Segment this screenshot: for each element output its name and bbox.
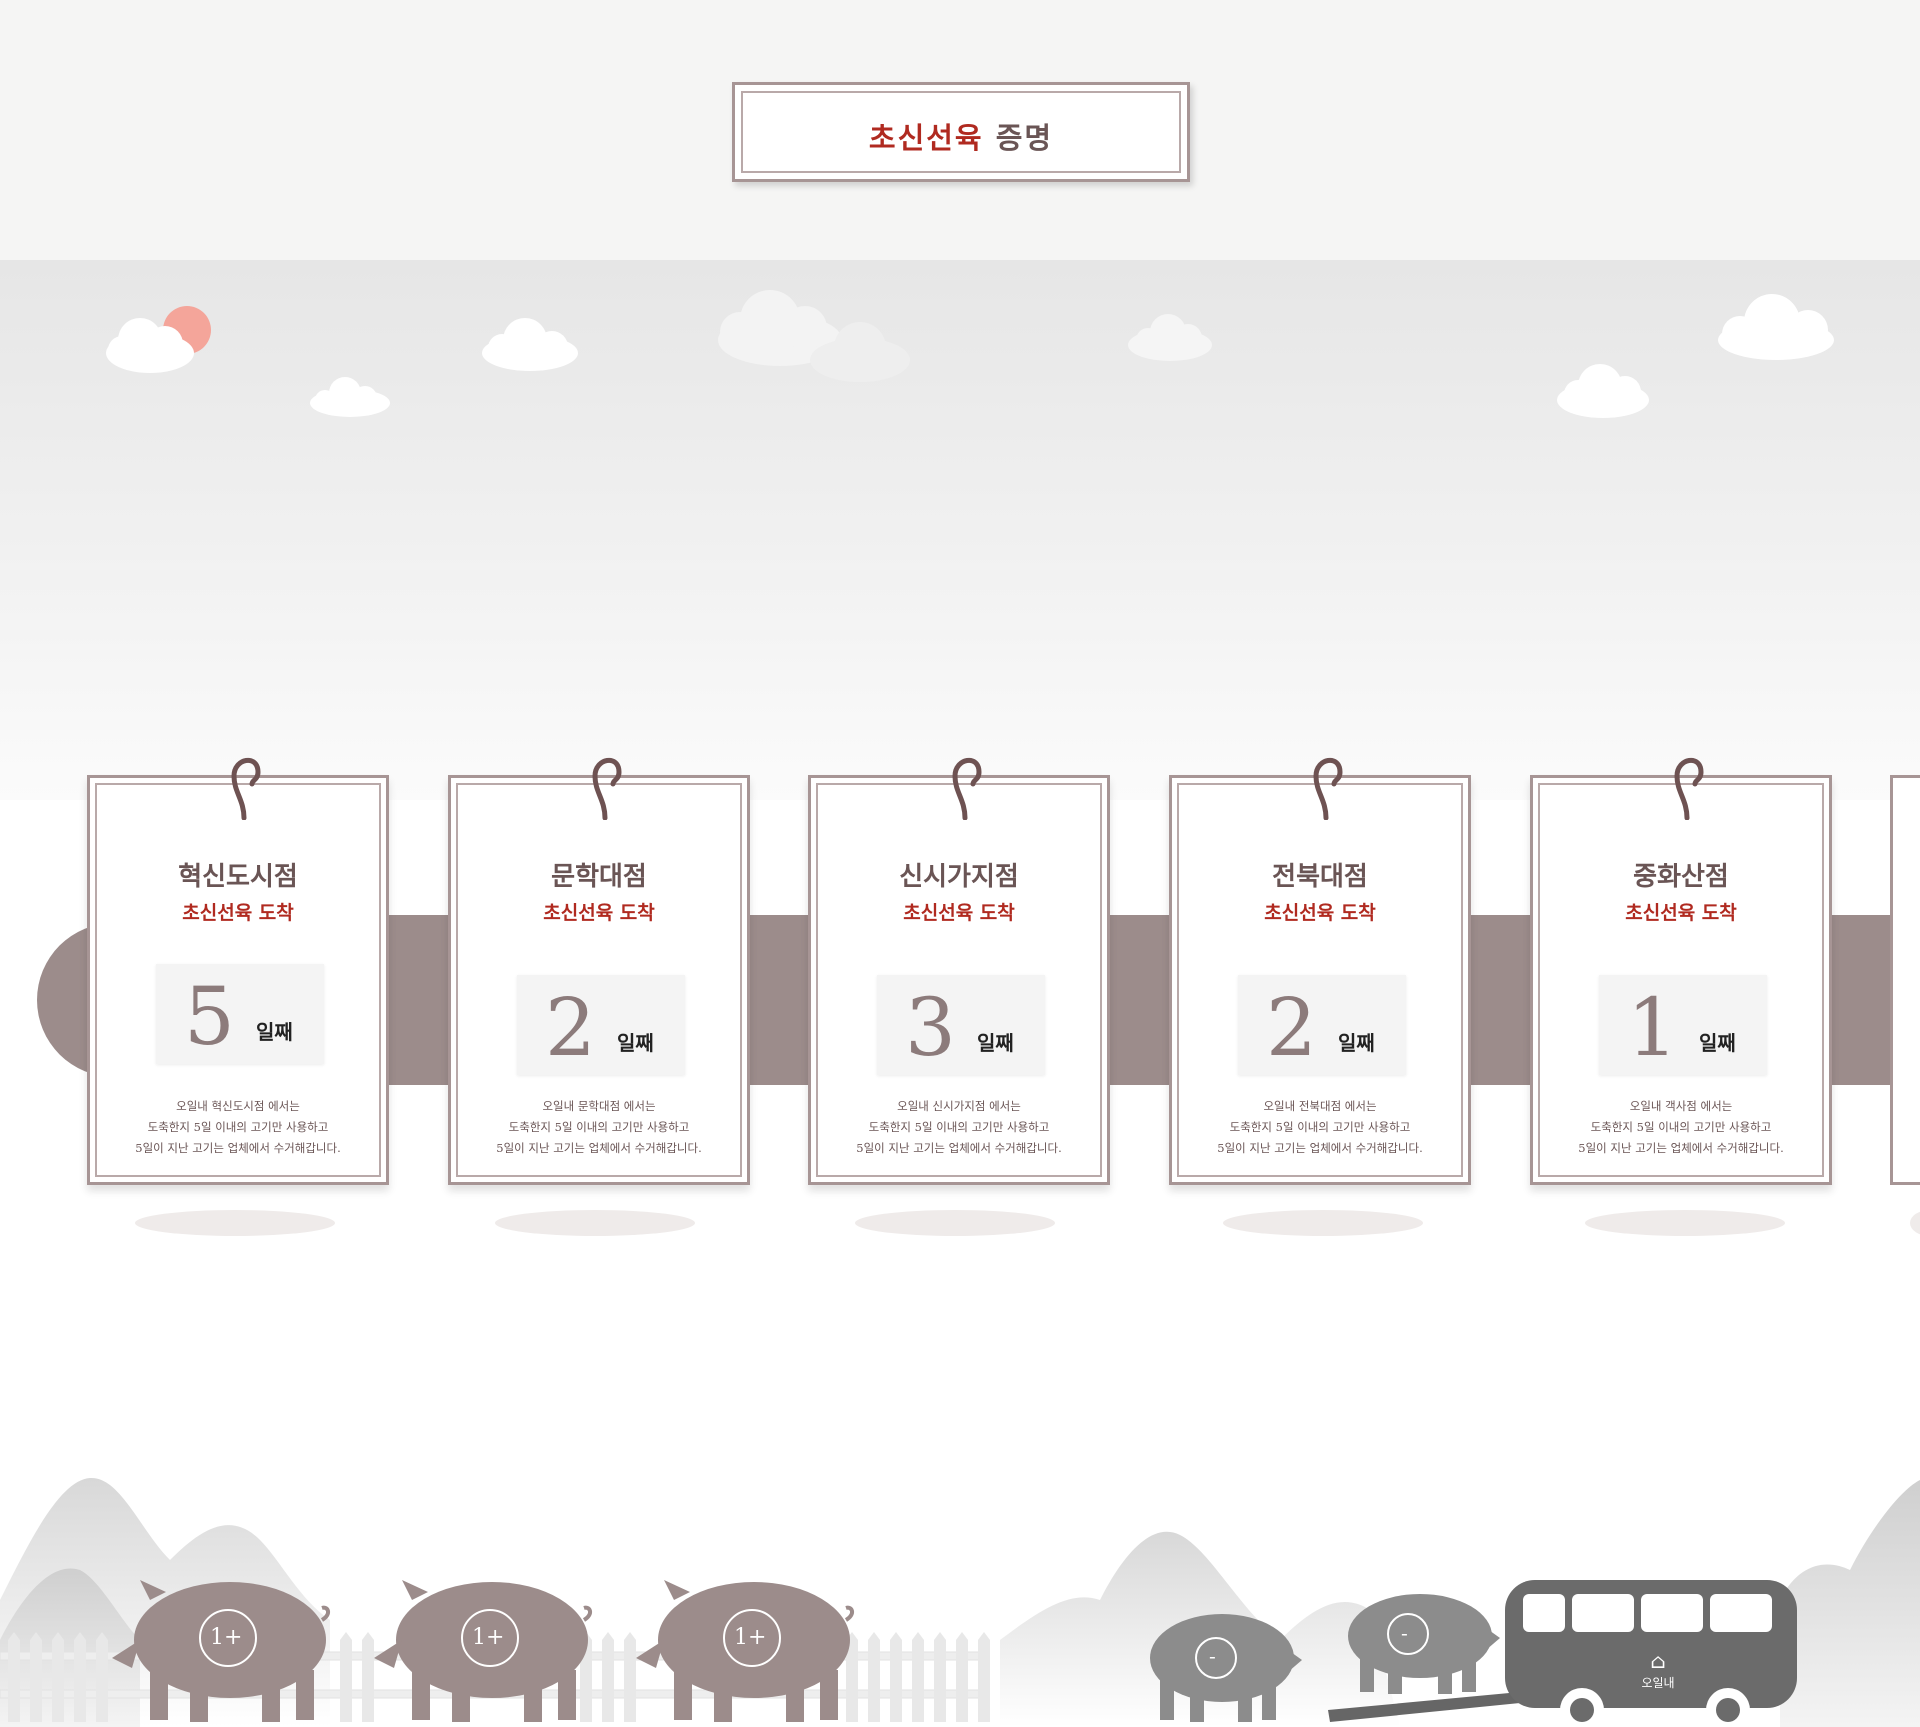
store-card-junghwasan: 중화산점 초신선육 도착 1 일째 오일내 객사점 에서는 도축한지 5일 이내… (1530, 758, 1832, 1185)
desc-line: 5일이 지난 고기는 업체에서 수거해갑니다. (856, 1141, 1062, 1155)
pig-grade-label: 1+ (734, 1625, 767, 1650)
store-description: 오일내 객사점 에서는 도축한지 5일 이내의 고기만 사용하고 5일이 지난 … (1533, 1096, 1829, 1159)
day-number: 5 (184, 970, 235, 1063)
card-shadow (495, 1210, 695, 1236)
hook-icon (1313, 758, 1343, 820)
mountain-icon (1780, 1480, 1920, 1727)
pig-grade-label: - (1209, 1644, 1216, 1668)
sky-illustration (106, 290, 1834, 418)
day-counter: 1 일째 (1599, 975, 1767, 1075)
arrival-label: 초신선육 도착 (1625, 902, 1737, 924)
store-card-hyeoksin: 혁신도시점 초신선육 도착 5 일째 오일내 혁신도시점 에서는 도축한지 5일… (87, 758, 389, 1185)
day-label: 일째 (256, 1020, 293, 1044)
day-counter: 3 일째 (877, 975, 1045, 1075)
day-counter: 2 일째 (517, 975, 685, 1075)
day-counter: 5 일째 (156, 964, 324, 1064)
section-title-box: 초신선육 증명 (732, 82, 1190, 182)
store-description: 오일내 문학대점 에서는 도축한지 5일 이내의 고기만 사용하고 5일이 지난… (451, 1096, 747, 1159)
store-card-next-partial (1890, 775, 1920, 1185)
belt-segment (385, 915, 451, 1085)
belt-segment (745, 915, 811, 1085)
store-name: 혁신도시점 (178, 862, 298, 892)
store-name: 전북대점 (1272, 862, 1368, 892)
day-number: 3 (905, 981, 956, 1074)
day-number: 2 (1266, 981, 1317, 1074)
day-number: 1 (1627, 981, 1678, 1074)
desc-line: 5일이 지난 고기는 업체에서 수거해갑니다. (1217, 1141, 1423, 1155)
hook-icon (1674, 758, 1704, 820)
truck-logo: ⌂ 오일내 (1618, 1650, 1698, 1691)
day-number: 2 (545, 981, 596, 1074)
desc-line: 오일내 객사점 에서는 (1629, 1099, 1733, 1113)
cloud-icon (1718, 294, 1834, 360)
pig-grade-label: 1+ (210, 1625, 243, 1650)
day-label: 일째 (1699, 1031, 1736, 1055)
arrival-label: 초신선육 도착 (1264, 902, 1376, 924)
desc-line: 오일내 전북대점 에서는 (1263, 1099, 1377, 1113)
belt-segment (1105, 915, 1171, 1085)
pig-icon (636, 1580, 854, 1722)
desc-line: 5일이 지난 고기는 업체에서 수거해갑니다. (1578, 1141, 1784, 1155)
store-card-jeonbukdae: 전북대점 초신선육 도착 2 일째 오일내 전북대점 에서는 도축한지 5일 이… (1169, 758, 1471, 1185)
hook-icon (231, 758, 261, 820)
day-label: 일째 (1338, 1031, 1375, 1055)
cloud-icon (718, 290, 910, 382)
belt-segment (1825, 915, 1891, 1085)
store-card-sinsigaji: 신시가지점 초신선육 도착 3 일째 오일내 신시가지점 에서는 도축한지 5일… (808, 758, 1110, 1185)
pig-grade-label: - (1401, 1621, 1408, 1645)
pig-icon (374, 1580, 592, 1722)
truck-logo-text: 오일내 (1641, 1676, 1675, 1690)
desc-line: 도축한지 5일 이내의 고기만 사용하고 (508, 1120, 690, 1134)
desc-line: 5일이 지난 고기는 업체에서 수거해갑니다. (135, 1141, 341, 1155)
card-shadow (855, 1210, 1055, 1236)
desc-line: 도축한지 5일 이내의 고기만 사용하고 (1229, 1120, 1411, 1134)
store-description: 오일내 전북대점 에서는 도축한지 5일 이내의 고기만 사용하고 5일이 지난… (1172, 1096, 1468, 1159)
desc-line: 오일내 문학대점 에서는 (542, 1099, 656, 1113)
desc-line: 도축한지 5일 이내의 고기만 사용하고 (1590, 1120, 1772, 1134)
store-description: 오일내 신시가지점 에서는 도축한지 5일 이내의 고기만 사용하고 5일이 지… (811, 1096, 1107, 1159)
card-shadow (135, 1210, 335, 1236)
desc-line: 도축한지 5일 이내의 고기만 사용하고 (147, 1120, 329, 1134)
arrival-label: 초신선육 도착 (543, 902, 655, 924)
desc-line: 도축한지 5일 이내의 고기만 사용하고 (868, 1120, 1050, 1134)
day-label: 일째 (977, 1031, 1014, 1055)
pig-icon (1348, 1594, 1500, 1694)
belt-segment (1465, 915, 1531, 1085)
desc-line: 오일내 혁신도시점 에서는 (176, 1099, 300, 1113)
desc-line: 5일이 지난 고기는 업체에서 수거해갑니다. (496, 1141, 702, 1155)
store-name: 중화산점 (1633, 862, 1729, 892)
cloud-icon (1557, 364, 1649, 418)
store-name: 문학대점 (551, 862, 647, 892)
card-shadow (1223, 1210, 1423, 1236)
arrival-label: 초신선육 도착 (903, 902, 1015, 924)
store-name: 신시가지점 (899, 862, 1019, 892)
store-description: 오일내 혁신도시점 에서는 도축한지 5일 이내의 고기만 사용하고 5일이 지… (90, 1096, 386, 1159)
desc-line: 오일내 신시가지점 에서는 (897, 1099, 1021, 1113)
section-title-highlight: 초신선육 (868, 121, 984, 155)
section-title-rest: 증명 (995, 121, 1054, 155)
arrival-label: 초신선육 도착 (182, 902, 294, 924)
day-label: 일째 (617, 1031, 654, 1055)
cloud-icon (1128, 314, 1212, 361)
day-counter: 2 일째 (1238, 975, 1406, 1075)
card-shadow (1910, 1210, 1920, 1236)
cloud-icon (482, 318, 578, 371)
cloud-icon (310, 377, 390, 417)
pig-grade-label: 1+ (472, 1625, 505, 1650)
card-shadow (1585, 1210, 1785, 1236)
section-title: 초신선육 증명 (735, 115, 1187, 157)
hook-icon (592, 758, 622, 820)
store-card-munhakdae: 문학대점 초신선육 도착 2 일째 오일내 문학대점 에서는 도축한지 5일 이… (448, 758, 750, 1185)
pig-logo-icon: ⌂ (1650, 1649, 1666, 1673)
hook-icon (952, 758, 982, 820)
